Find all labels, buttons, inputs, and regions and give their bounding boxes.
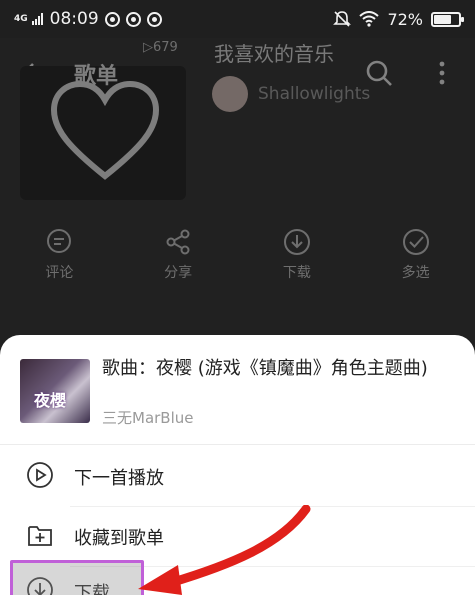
mute-bell-icon xyxy=(333,11,352,27)
status-bar: 4G 08:09 72% xyxy=(0,0,475,38)
song-title: 歌曲：夜樱 (游戏《镇魔曲》角色主题曲) xyxy=(102,358,428,379)
battery-icon xyxy=(431,11,464,27)
add-to-playlist-icon xyxy=(28,526,52,546)
battery-level xyxy=(434,14,451,24)
app-notification-icon xyxy=(125,11,141,27)
app-notification-icon xyxy=(104,11,120,27)
pointer-arrow-annotation xyxy=(138,505,311,595)
app-notification-icon xyxy=(146,11,162,27)
clock: 08:09 xyxy=(49,9,99,29)
menu-play-next[interactable]: 下一首播放 xyxy=(0,447,475,507)
thumbnail-text: 夜櫻 xyxy=(34,391,67,410)
song-artist: 三无MarBlue xyxy=(102,409,194,427)
song-thumbnail: 夜櫻 xyxy=(20,359,90,423)
highlight-annotation xyxy=(10,560,144,595)
song-header: 夜櫻 歌曲：夜樱 (游戏《镇魔曲》角色主题曲) 三无MarBlue xyxy=(0,335,475,445)
network-indicator: 4G xyxy=(14,13,28,24)
battery-percent: 72% xyxy=(387,9,423,29)
wifi-icon xyxy=(359,11,380,27)
signal-icon xyxy=(31,13,43,25)
play-next-icon xyxy=(27,462,53,488)
menu-label: 下一首播放 xyxy=(74,468,164,489)
